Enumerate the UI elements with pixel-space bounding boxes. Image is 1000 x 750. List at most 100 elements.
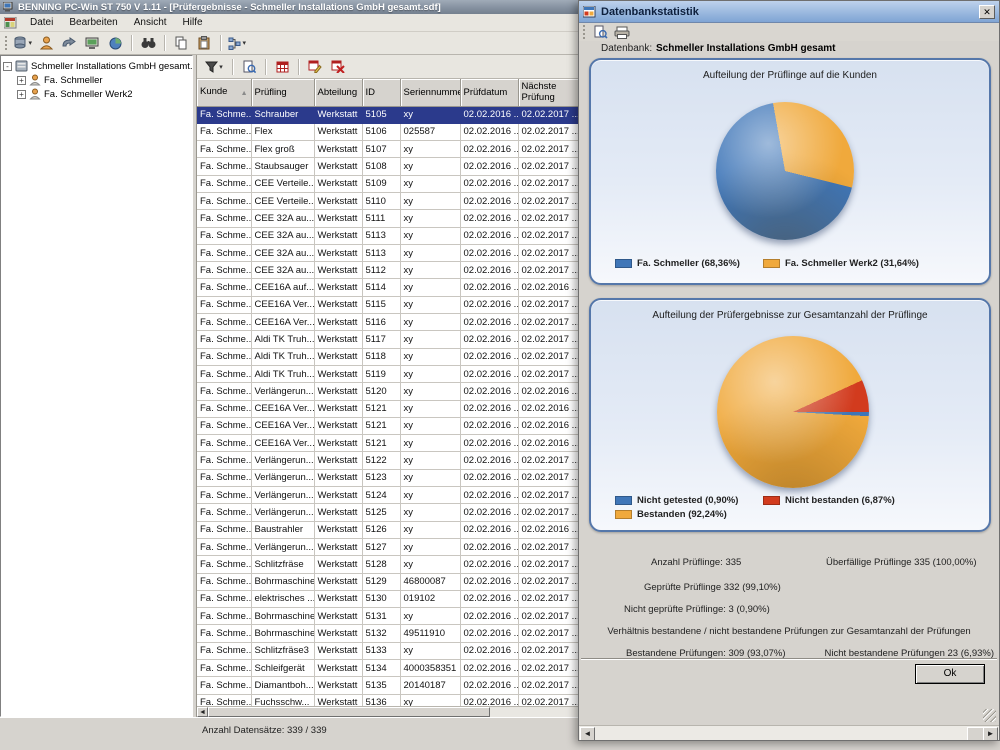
scrollbar-thumb[interactable]: [208, 707, 490, 717]
table-row[interactable]: Fa. Schme...Aldi TK Truh...Werkstatt5119…: [197, 365, 587, 382]
table-row[interactable]: Fa. Schme...Verlängerun...Werkstatt5125x…: [197, 504, 587, 521]
table-row[interactable]: Fa. Schme...BaustrahlerWerkstatt5126xy02…: [197, 521, 587, 538]
table-row[interactable]: Fa. Schme...FlexWerkstatt510602558702.02…: [197, 123, 587, 140]
table-row[interactable]: Fa. Schme...elektrisches ...Werkstatt513…: [197, 590, 587, 607]
collapse-box-icon[interactable]: -: [3, 62, 12, 71]
binoculars-icon[interactable]: [138, 34, 158, 53]
monitor-icon[interactable]: [82, 34, 102, 53]
table-row[interactable]: Fa. Schme...StaubsaugerWerkstatt5108xy02…: [197, 158, 587, 175]
table-cell: 02.02.2016 ...: [460, 348, 518, 365]
menu-bearbeiten[interactable]: Bearbeiten: [62, 15, 124, 30]
table-row[interactable]: Fa. Schme...Fuchsschw...Werkstatt5136xy0…: [197, 694, 587, 706]
calendar-red-icon[interactable]: [272, 57, 292, 76]
table-cell: Fa. Schme...: [197, 192, 251, 209]
table-cell: Werkstatt: [314, 262, 362, 279]
printer-icon[interactable]: [614, 26, 630, 39]
table-row[interactable]: Fa. Schme...Verlängerun...Werkstatt5122x…: [197, 452, 587, 469]
table-cell: 02.02.2016 ...: [460, 331, 518, 348]
column-header-kunde[interactable]: Kunde▲: [197, 79, 251, 106]
globe-icon[interactable]: [105, 34, 125, 53]
table-row[interactable]: Fa. Schme...BohrmaschineWerkstatt5129468…: [197, 573, 587, 590]
import-arrow-icon[interactable]: [59, 34, 79, 53]
table-cell: Werkstatt: [314, 590, 362, 607]
column-header-naechste-pruefung[interactable]: Nächste Prüfung: [518, 79, 587, 106]
table-cell: 02.02.2016 ...: [518, 279, 587, 296]
table-row[interactable]: Fa. Schme...SchrauberWerkstatt5105xy02.0…: [197, 106, 587, 123]
column-header-pruefling[interactable]: Prüfling: [251, 79, 314, 106]
table-row[interactable]: Fa. Schme...CEE 32A au...Werkstatt5112xy…: [197, 262, 587, 279]
calendar-edit-icon[interactable]: [305, 57, 325, 76]
tree-root-label: Schmeller Installations GmbH gesamt.sdf: [31, 61, 193, 72]
ok-button[interactable]: Ok: [915, 664, 985, 684]
table-row[interactable]: Fa. Schme...CEE16A Ver...Werkstatt5121xy…: [197, 435, 587, 452]
table-row[interactable]: Fa. Schme...SchleifgerätWerkstatt5134400…: [197, 660, 587, 677]
table-cell: 02.02.2016 ...: [460, 210, 518, 227]
table-row[interactable]: Fa. Schme...CEE 32A au...Werkstatt5111xy…: [197, 210, 587, 227]
scroll-right-icon[interactable]: ►: [983, 727, 998, 741]
table-row[interactable]: Fa. Schme...Flex großWerkstatt5107xy02.0…: [197, 141, 587, 158]
column-header-pruefdatum[interactable]: Prüfdatum: [460, 79, 518, 106]
table-cell: 49511910: [400, 625, 460, 642]
mdi-child-icon[interactable]: [4, 17, 17, 29]
expand-box-icon[interactable]: +: [17, 76, 26, 85]
table-row[interactable]: Fa. Schme...Verlängerun...Werkstatt5124x…: [197, 487, 587, 504]
paste-icon[interactable]: [194, 34, 214, 53]
menu-ansicht[interactable]: Ansicht: [127, 15, 174, 30]
table-row[interactable]: Fa. Schme...CEE16A Ver...Werkstatt5121xy…: [197, 400, 587, 417]
dialog-horizontal-scrollbar[interactable]: ◄ ►: [579, 725, 999, 741]
resize-grip[interactable]: [983, 709, 996, 722]
table-cell: 02.02.2016 ...: [460, 660, 518, 677]
table-cell: 5121: [362, 417, 400, 434]
table-row[interactable]: Fa. Schme...BohrmaschineWerkstatt5131xy0…: [197, 608, 587, 625]
table-cell: 02.02.2017 ...: [518, 573, 587, 590]
scroll-left-icon[interactable]: ◄: [580, 727, 595, 741]
table-row[interactable]: Fa. Schme...CEE Verteile...Werkstatt5110…: [197, 192, 587, 209]
table-cell: xy: [400, 296, 460, 313]
table-cell: 02.02.2017 ...: [518, 504, 587, 521]
table-cell: Fa. Schme...: [197, 296, 251, 313]
table-row[interactable]: Fa. Schme...Diamantboh...Werkstatt513520…: [197, 677, 587, 694]
tree-root[interactable]: - Schmeller Installations GmbH gesamt.sd…: [3, 59, 190, 73]
table-row[interactable]: Fa. Schme...CEE16A Ver...Werkstatt5121xy…: [197, 417, 587, 434]
funnel-icon[interactable]: ▾: [202, 57, 226, 76]
preview-icon[interactable]: [594, 25, 608, 39]
table-row[interactable]: Fa. Schme...CEE16A Ver...Werkstatt5116xy…: [197, 314, 587, 331]
column-header-abteilung[interactable]: Abteilung: [314, 79, 362, 106]
toolbar-grip[interactable]: [5, 36, 8, 50]
preview-icon[interactable]: [239, 57, 259, 76]
table-cell: 02.02.2017 ...: [518, 556, 587, 573]
copy-icon[interactable]: [171, 34, 191, 53]
user-icon[interactable]: [36, 34, 56, 53]
table-row[interactable]: Fa. Schme...CEE 32A au...Werkstatt5113xy…: [197, 244, 587, 261]
menu-datei[interactable]: Datei: [23, 15, 60, 30]
table-row[interactable]: Fa. Schme...SchlitzfräseWerkstatt5128xy0…: [197, 556, 587, 573]
menu-hilfe[interactable]: Hilfe: [176, 15, 210, 30]
table-row[interactable]: Fa. Schme...CEE 32A au...Werkstatt5113xy…: [197, 227, 587, 244]
column-header-seriennummer[interactable]: Seriennummer: [400, 79, 460, 106]
database-icon[interactable]: ▾: [13, 34, 33, 53]
table-cell: Verlängerun...: [251, 383, 314, 400]
legend-item: Bestanden (92,24%): [615, 509, 763, 520]
scroll-left-icon[interactable]: ◄: [197, 707, 208, 717]
table-row[interactable]: Fa. Schme...CEE Verteile...Werkstatt5109…: [197, 175, 587, 192]
tree-item-schmeller[interactable]: + Fa. Schmeller: [17, 73, 190, 87]
table-row[interactable]: Fa. Schme...Schlitzfräse3Werkstatt5133xy…: [197, 642, 587, 659]
table-cell: Aldi TK Truh...: [251, 365, 314, 382]
table-cell: 02.02.2017 ...: [518, 262, 587, 279]
tree-item-schmeller-werk2[interactable]: + Fa. Schmeller Werk2: [17, 87, 190, 101]
expand-box-icon[interactable]: +: [17, 90, 26, 99]
close-icon[interactable]: ✕: [979, 5, 995, 19]
hierarchy-filter-icon[interactable]: ▾: [227, 34, 247, 53]
table-row[interactable]: Fa. Schme...Aldi TK Truh...Werkstatt5117…: [197, 331, 587, 348]
column-header-id[interactable]: ID: [362, 79, 400, 106]
calendar-delete-icon[interactable]: [328, 57, 348, 76]
table-row[interactable]: Fa. Schme...BohrmaschineWerkstatt5132495…: [197, 625, 587, 642]
table-row[interactable]: Fa. Schme...CEE16A Ver...Werkstatt5115xy…: [197, 296, 587, 313]
table-row[interactable]: Fa. Schme...Verlängerun...Werkstatt5127x…: [197, 538, 587, 555]
table-row[interactable]: Fa. Schme...Verlängerun...Werkstatt5120x…: [197, 383, 587, 400]
table-row[interactable]: Fa. Schme...Aldi TK Truh...Werkstatt5118…: [197, 348, 587, 365]
table-cell: xy: [400, 106, 460, 123]
table-row[interactable]: Fa. Schme...CEE16A auf...Werkstatt5114xy…: [197, 279, 587, 296]
table-row[interactable]: Fa. Schme...Verlängerun...Werkstatt5123x…: [197, 469, 587, 486]
toolbar-grip[interactable]: [583, 25, 586, 39]
